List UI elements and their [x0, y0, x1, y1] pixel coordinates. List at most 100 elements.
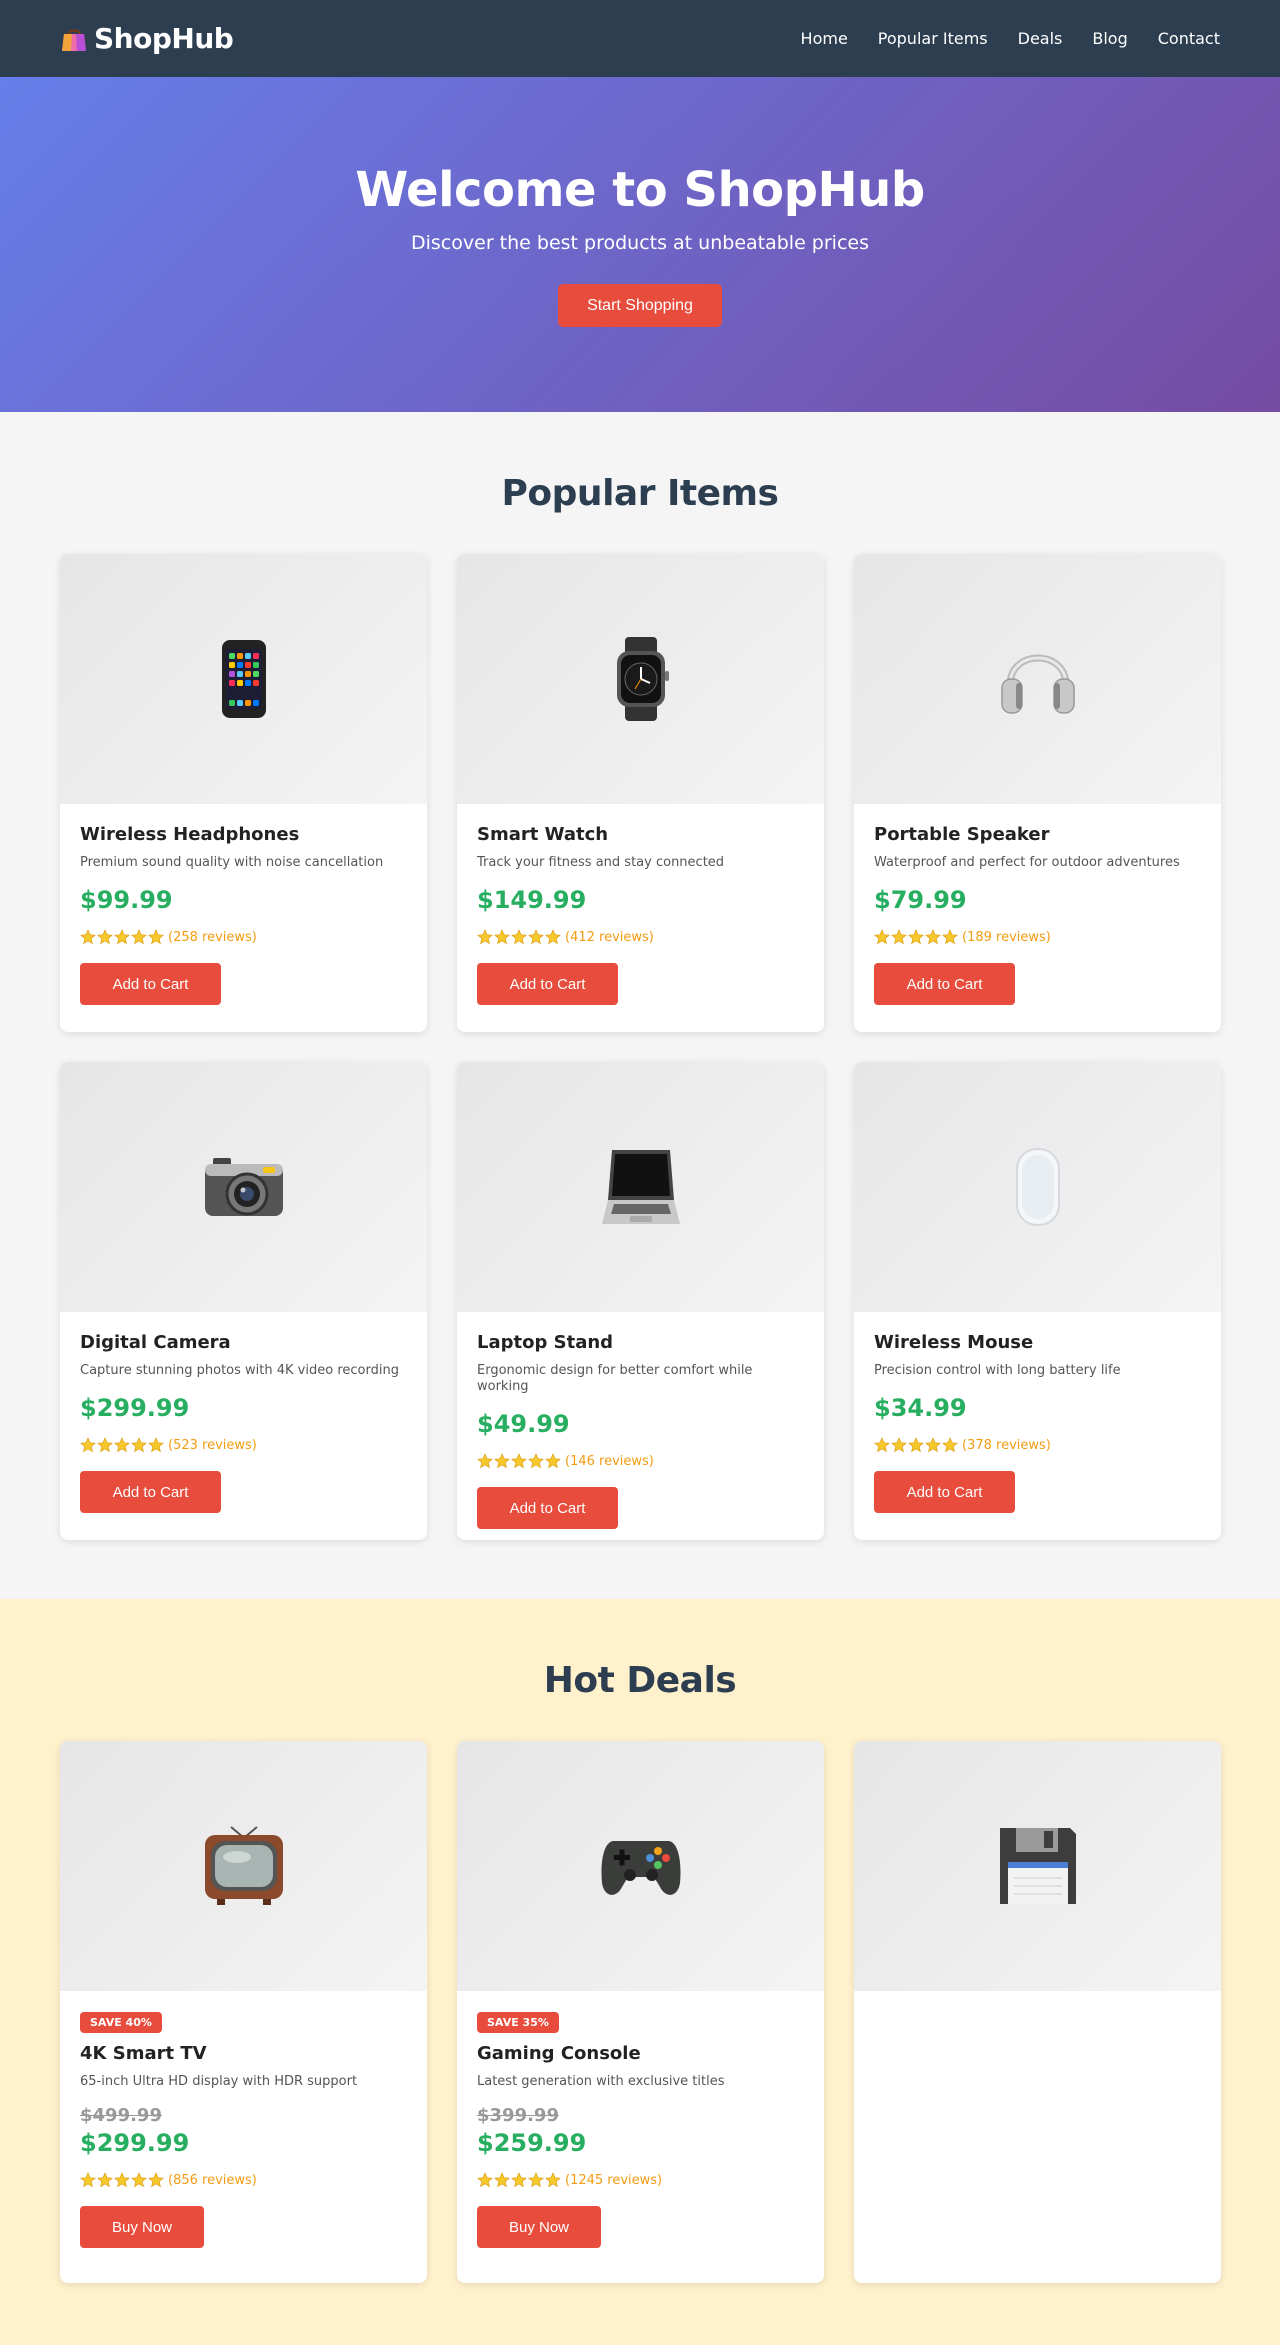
stars-icon [874, 929, 958, 945]
laptop-icon [601, 1150, 680, 1224]
star-icon [494, 2172, 510, 2188]
buy-now-button[interactable]: Buy Now [477, 2206, 601, 2248]
nav-link-deals[interactable]: Deals [1018, 29, 1063, 48]
deals-grid: SAVE 40% 4K Smart TV 65-inch Ultra HD di… [60, 1741, 1221, 2283]
star-icon [908, 929, 924, 945]
product-card: Digital Camera Capture stunning photos w… [60, 1062, 427, 1540]
brand-logo[interactable]: ShopHub [60, 22, 234, 55]
stars-icon [80, 929, 164, 945]
product-image [60, 1741, 427, 1991]
nav-link-home[interactable]: Home [801, 29, 848, 48]
star-icon [511, 1453, 527, 1469]
product-image [60, 1062, 427, 1312]
star-icon [545, 929, 561, 945]
add-to-cart-button[interactable]: Add to Cart [874, 1471, 1015, 1513]
product-price: $34.99 [874, 1394, 967, 1422]
product-description: Ergonomic design for better comfort whil… [477, 1363, 753, 1394]
stars-icon [80, 1437, 164, 1453]
gamepad-icon [601, 1841, 680, 1895]
start-shopping-button[interactable]: Start Shopping [558, 284, 722, 327]
product-rating: (856 reviews) [80, 2170, 407, 2190]
product-description: Waterproof and perfect for outdoor adven… [874, 855, 1180, 870]
star-icon [494, 1453, 510, 1469]
star-icon [874, 929, 890, 945]
product-card: Wireless Headphones Premium sound qualit… [60, 554, 427, 1032]
product-rating: (412 reviews) [477, 927, 804, 947]
star-icon [891, 929, 907, 945]
hero-title: Welcome to ShopHub [355, 162, 925, 218]
star-icon [528, 1453, 544, 1469]
hot-deals-section: Hot Deals SAVE 40% 4K Smart TV 65-inch U… [0, 1599, 1280, 2345]
product-description: Track your fitness and stay connected [477, 855, 725, 870]
product-card: Portable Speaker Waterproof and perfect … [854, 554, 1221, 1032]
product-price: $299.99 [80, 1394, 190, 1422]
product-rating: (189 reviews) [874, 927, 1201, 947]
nav-links: Home Popular Items Deals Blog Contact [801, 29, 1220, 48]
discount-badge: SAVE 40% [80, 2012, 162, 2033]
product-name: Wireless Mouse [874, 1332, 1034, 1353]
star-icon [942, 1437, 958, 1453]
product-name: Wireless Headphones [80, 824, 300, 845]
product-description: 65-inch Ultra HD display with HDR suppor… [80, 2074, 358, 2089]
review-count: (523 reviews) [168, 1437, 257, 1453]
sale-price: $259.99 [477, 2129, 587, 2157]
star-icon [908, 1437, 924, 1453]
product-image [854, 1062, 1221, 1312]
product-image [457, 1741, 824, 1991]
buy-now-button[interactable]: Buy Now [80, 2206, 204, 2248]
star-icon [97, 1437, 113, 1453]
add-to-cart-button[interactable]: Add to Cart [80, 1471, 221, 1513]
deal-card: SAVE 40% 4K Smart TV 65-inch Ultra HD di… [60, 1741, 427, 2283]
product-price: $79.99 [874, 886, 967, 914]
star-icon [114, 1437, 130, 1453]
star-icon [874, 1437, 890, 1453]
add-to-cart-button[interactable]: Add to Cart [80, 963, 221, 1005]
popular-items-section: Popular Items Wireless Headphones Premiu… [0, 412, 1280, 1599]
product-card: Laptop Stand Ergonomic design for better… [457, 1062, 824, 1540]
product-image [854, 1741, 1221, 1991]
camera-icon [204, 1158, 283, 1216]
product-rating: (1245 reviews) [477, 2170, 804, 2190]
hero-subtitle: Discover the best products at unbeatable… [411, 232, 869, 254]
add-to-cart-button[interactable]: Add to Cart [477, 1487, 618, 1529]
product-rating: (258 reviews) [80, 927, 407, 947]
nav-link-blog[interactable]: Blog [1092, 29, 1127, 48]
product-name: 4K Smart TV [80, 2043, 207, 2064]
hero-banner: Welcome to ShopHub Discover the best pro… [0, 77, 1280, 412]
smartwatch-icon [616, 637, 669, 721]
star-icon [97, 2172, 113, 2188]
star-icon [148, 1437, 164, 1453]
section-title-popular: Popular Items [501, 473, 779, 514]
review-count: (378 reviews) [962, 1437, 1051, 1453]
product-image [60, 554, 427, 804]
smartphone-icon [221, 640, 266, 718]
review-count: (146 reviews) [565, 1453, 654, 1469]
star-icon [80, 929, 96, 945]
product-rating: (146 reviews) [477, 1451, 804, 1471]
star-icon [545, 1453, 561, 1469]
product-description: Premium sound quality with noise cancell… [80, 855, 384, 870]
add-to-cart-button[interactable]: Add to Cart [477, 963, 618, 1005]
star-icon [528, 929, 544, 945]
star-icon [477, 929, 493, 945]
review-count: (258 reviews) [168, 929, 257, 945]
review-count: (189 reviews) [962, 929, 1051, 945]
star-icon [131, 2172, 147, 2188]
review-count: (412 reviews) [565, 929, 654, 945]
add-to-cart-button[interactable]: Add to Cart [874, 963, 1015, 1005]
deal-card [854, 1741, 1221, 2283]
stars-icon [874, 1437, 958, 1453]
star-icon [114, 929, 130, 945]
shopping-bag-icon [62, 29, 86, 51]
star-icon [925, 1437, 941, 1453]
star-icon [942, 929, 958, 945]
product-name: Laptop Stand [477, 1332, 614, 1353]
television-icon [204, 1826, 283, 1905]
star-icon [477, 1453, 493, 1469]
nav-link-contact[interactable]: Contact [1158, 29, 1220, 48]
brand-name: ShopHub [94, 22, 234, 55]
product-description: Capture stunning photos with 4K video re… [80, 1363, 399, 1378]
nav-link-popular-items[interactable]: Popular Items [878, 29, 988, 48]
product-rating: (378 reviews) [874, 1435, 1201, 1455]
product-grid: Wireless Headphones Premium sound qualit… [60, 554, 1221, 1540]
